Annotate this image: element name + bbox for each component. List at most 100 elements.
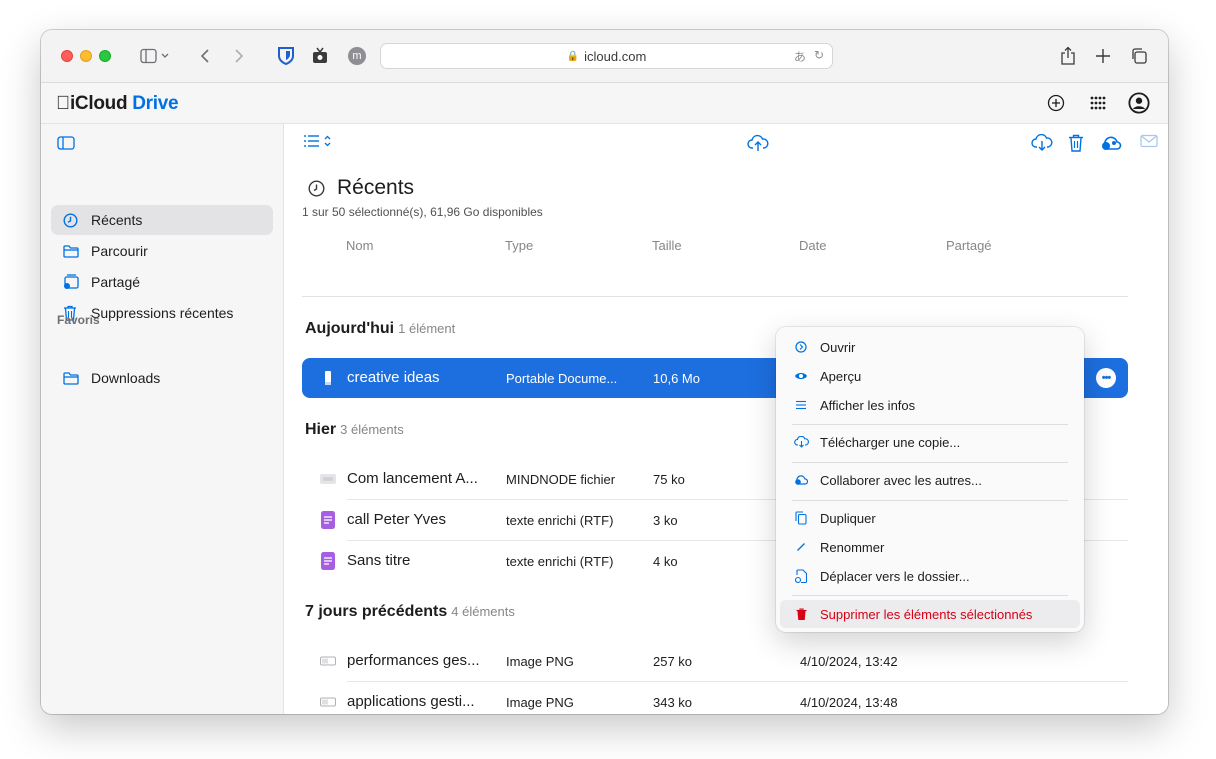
group-heading-yesterday: Hier 3 éléments <box>305 421 404 438</box>
sidebar: Récents Parcourir Partagé Suppressions r… <box>41 124 284 714</box>
extension-button[interactable] <box>309 44 331 68</box>
sidebar-icon <box>57 136 75 150</box>
group-count: 1 élément <box>398 321 456 336</box>
file-type: texte enrichi (RTF) <box>506 554 614 569</box>
back-button[interactable] <box>195 44 215 68</box>
minimize-window-button[interactable] <box>80 50 92 62</box>
forward-button[interactable] <box>229 44 249 68</box>
bitwarden-extension-button[interactable] <box>275 44 297 68</box>
file-type: Image PNG <box>506 695 574 710</box>
group-count: 4 éléments <box>451 604 515 619</box>
view-options-button[interactable] <box>303 134 333 148</box>
eye-icon <box>792 371 810 381</box>
sidebar-item-label: Récents <box>91 212 143 228</box>
download-button[interactable] <box>1031 134 1053 152</box>
file-name: Sans titre <box>347 552 411 569</box>
file-type: Image PNG <box>506 654 574 669</box>
collaborate-icon <box>792 474 810 486</box>
sidebar-item-shared[interactable]: Partagé <box>51 267 273 297</box>
menu-item-get-info[interactable]: Afficher les infos <box>780 391 1080 419</box>
collapse-sidebar-button[interactable] <box>57 136 75 155</box>
open-icon <box>792 341 810 353</box>
menu-separator <box>792 462 1068 463</box>
column-header-shared[interactable]: Partagé <box>946 238 992 253</box>
user-circle-icon <box>1128 92 1150 114</box>
menu-item-delete-selected[interactable]: Supprimer les éléments sélectionnés <box>780 600 1080 628</box>
account-button[interactable] <box>1128 92 1150 114</box>
share-icon <box>1061 46 1075 65</box>
move-folder-icon <box>792 569 810 583</box>
chevron-right-icon <box>235 49 244 63</box>
chevron-left-icon <box>200 49 209 63</box>
favorites-heading: Favoris <box>57 313 100 327</box>
page-header: Récents <box>308 176 414 200</box>
address-bar[interactable]: 🔒 icloud.com あ ↻ <box>380 43 833 69</box>
sidebar-item-browse[interactable]: Parcourir <box>51 236 273 266</box>
translate-icon[interactable]: あ <box>794 48 806 65</box>
table-row[interactable]: applications gesti... Image PNG 343 ko 4… <box>302 682 1128 714</box>
folder-icon <box>63 244 81 258</box>
menu-item-duplicate[interactable]: Dupliquer <box>780 504 1080 532</box>
column-header-type[interactable]: Type <box>505 238 533 253</box>
table-row[interactable]: performances ges... Image PNG 257 ko 4/1… <box>302 641 1128 681</box>
row-more-button[interactable]: ••• <box>1096 368 1116 388</box>
envelope-icon <box>1140 134 1158 148</box>
close-window-button[interactable] <box>61 50 73 62</box>
tab-overview-button[interactable] <box>1128 44 1150 68</box>
avatar-icon: m <box>348 47 366 65</box>
trash-icon <box>1069 134 1083 152</box>
menu-item-move-to-folder[interactable]: Déplacer vers le dossier... <box>780 562 1080 590</box>
image-file-icon <box>320 656 336 666</box>
icloud-drive-logo[interactable]: iCloud Drive <box>56 93 179 115</box>
file-type: texte enrichi (RTF) <box>506 513 614 528</box>
shared-folder-icon <box>63 274 81 290</box>
collaborate-button[interactable] <box>1100 134 1122 152</box>
shield-icon <box>278 47 294 66</box>
address-bar-url: icloud.com <box>584 48 647 64</box>
delete-button[interactable] <box>1068 134 1084 152</box>
sidebar-item-downloads[interactable]: Downloads <box>51 363 273 393</box>
file-size: 257 ko <box>653 654 693 669</box>
sidebar-toggle-button[interactable] <box>135 44 175 68</box>
file-type: Portable Docume... <box>506 371 618 386</box>
file-name: applications gesti... <box>347 693 475 710</box>
cloud-download-icon <box>1031 134 1053 151</box>
header-divider <box>302 296 1128 297</box>
list-view-icon <box>304 135 331 147</box>
column-header-name[interactable]: Nom <box>346 238 373 253</box>
sidebar-item-label: Partagé <box>91 274 141 290</box>
tv-icon <box>313 47 327 63</box>
menu-item-preview[interactable]: Aperçu <box>780 362 1080 390</box>
menu-separator <box>792 424 1068 425</box>
duplicate-icon <box>792 511 810 525</box>
sidebar-item-label: Parcourir <box>91 243 148 259</box>
file-date: 4/10/2024, 13:42 <box>800 654 898 669</box>
column-header-date[interactable]: Date <box>799 238 826 253</box>
group-count: 3 éléments <box>340 422 404 437</box>
zoom-window-button[interactable] <box>99 50 111 62</box>
app-launcher-button[interactable] <box>1087 92 1109 114</box>
menu-item-collaborate[interactable]: Collaborer avec les autres... <box>780 466 1080 494</box>
sidebar-item-recents[interactable]: Récents <box>51 205 273 235</box>
page-title: Récents <box>337 176 415 199</box>
new-button[interactable] <box>1045 92 1067 114</box>
menu-item-download-copy[interactable]: Télécharger une copie... <box>780 428 1080 456</box>
pencil-icon <box>792 542 810 552</box>
profile-extension-button[interactable]: m <box>346 44 368 68</box>
upload-button[interactable] <box>747 134 769 152</box>
column-header-size[interactable]: Taille <box>652 238 682 253</box>
info-list-icon <box>792 400 810 410</box>
file-name: call Peter Yves <box>347 511 446 528</box>
email-button[interactable] <box>1140 134 1158 148</box>
apple-logo-icon:  <box>56 93 70 114</box>
menu-item-rename[interactable]: Renommer <box>780 533 1080 561</box>
file-size: 75 ko <box>653 472 685 487</box>
reload-icon[interactable]: ↻ <box>814 48 824 65</box>
file-size: 4 ko <box>653 554 678 569</box>
clock-icon <box>308 179 325 197</box>
menu-separator <box>792 500 1068 501</box>
new-tab-button[interactable] <box>1092 44 1114 68</box>
share-button[interactable] <box>1057 44 1079 68</box>
file-date: 4/10/2024, 13:48 <box>800 695 898 710</box>
menu-item-open[interactable]: Ouvrir <box>780 333 1080 361</box>
